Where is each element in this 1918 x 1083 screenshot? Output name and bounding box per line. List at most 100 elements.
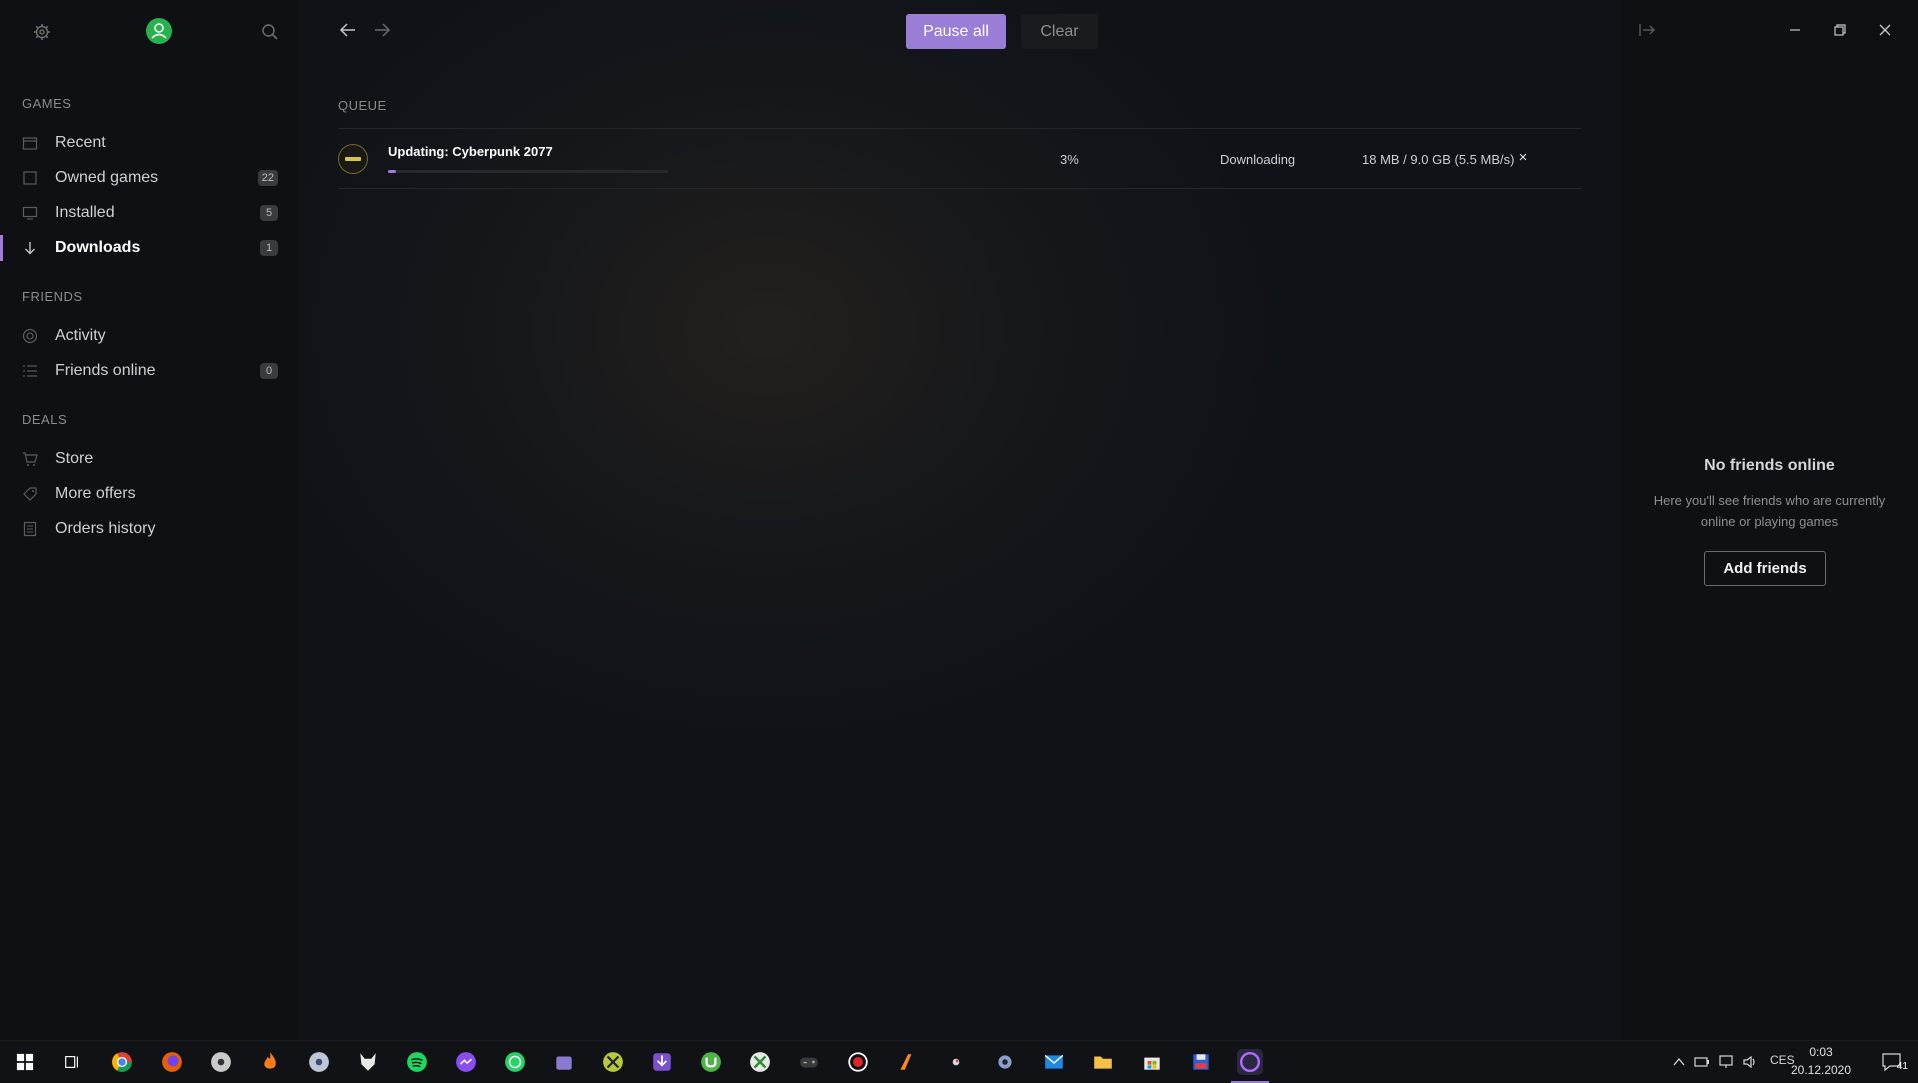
square-icon (23, 171, 37, 185)
sidebar-item-label: Owned games (55, 169, 159, 186)
divider (338, 128, 1582, 129)
sidebar-item-label: Friends online (55, 362, 156, 379)
sidebar-item-label: Orders history (55, 520, 156, 537)
back-arrow-icon[interactable] (338, 20, 358, 40)
volume-icon[interactable] (1742, 1054, 1758, 1070)
notification-count: 41 (1896, 1061, 1908, 1072)
calendar-icon (22, 137, 38, 150)
friends-panel: No friends online Here you'll see friend… (1621, 0, 1918, 1040)
restore-icon[interactable] (1830, 20, 1850, 40)
empty-state-title: No friends online (1704, 457, 1835, 474)
remove-download-button[interactable]: × (1513, 148, 1533, 168)
empty-state-description: Here you'll see friends who are currentl… (1653, 493, 1886, 529)
xbox-icon[interactable] (747, 1049, 773, 1075)
divider (338, 188, 1582, 189)
count-badge: 22 (257, 170, 278, 186)
gear-cog-app-icon[interactable] (992, 1049, 1018, 1075)
windows-start-icon[interactable] (12, 1049, 38, 1075)
windows-taskbar: CES 0:03 20.12.2020 41 (0, 1040, 1918, 1083)
sidebar: GAMES Recent Owned games 22 Installed 5 … (0, 0, 298, 1040)
download-progress-fill (388, 170, 397, 173)
microsoft-store-icon[interactable] (1139, 1049, 1165, 1075)
mail-icon[interactable] (1041, 1049, 1067, 1075)
add-friends-button[interactable]: Add friends (1704, 551, 1826, 586)
wolf-app-icon[interactable] (355, 1049, 381, 1075)
chevron-up-icon[interactable] (1672, 1055, 1686, 1069)
task-view-icon[interactable] (59, 1049, 85, 1075)
count-badge: 5 (260, 205, 278, 221)
main-content: Pause all Clear QUEUE Updating: Cyberpun… (298, 0, 1621, 1040)
download-percent: 3% (1060, 152, 1079, 167)
user-avatar[interactable] (146, 18, 172, 44)
gamepad-icon[interactable] (796, 1049, 822, 1075)
media-player-icon[interactable] (306, 1049, 332, 1075)
count-badge: 1 (260, 240, 278, 256)
battery-icon[interactable] (1694, 1055, 1710, 1069)
game-cover-icon (338, 144, 368, 174)
gog-galaxy-icon[interactable] (1231, 1049, 1269, 1083)
network-icon[interactable] (1718, 1054, 1734, 1070)
sidebar-item-label: Recent (55, 134, 106, 151)
target-icon (22, 328, 38, 344)
sidebar-item-activity[interactable]: Activity (0, 319, 298, 353)
utorrent-icon[interactable] (698, 1049, 724, 1075)
list-icon (23, 365, 37, 377)
section-title-deals: DEALS (22, 412, 68, 427)
section-title-games: GAMES (22, 96, 72, 111)
monitor-icon (22, 206, 38, 220)
disc-app-icon[interactable] (208, 1049, 234, 1075)
download-progress-bar (388, 170, 668, 173)
section-title-friends: FRIENDS (22, 289, 83, 304)
collapse-panel-icon[interactable] (1637, 20, 1657, 40)
close-icon[interactable] (1875, 20, 1895, 40)
sidebar-item-label: Store (55, 450, 94, 467)
user-icon (151, 23, 167, 39)
file-explorer-icon[interactable] (1090, 1049, 1116, 1075)
sidebar-item-label: Installed (55, 204, 115, 221)
queue-section-title: QUEUE (338, 98, 387, 113)
sidebar-item-label: Downloads (55, 239, 141, 256)
sidebar-item-installed[interactable]: Installed 5 (0, 196, 298, 230)
sidebar-item-orders-history[interactable]: Orders history (0, 512, 298, 546)
sidebar-item-label: Activity (55, 327, 106, 344)
forward-arrow-icon[interactable] (372, 20, 392, 40)
clock-time[interactable]: 0:03 (1786, 1045, 1856, 1059)
flame-app-icon[interactable] (257, 1049, 283, 1075)
xbox-app-icon[interactable] (600, 1049, 626, 1075)
sidebar-top-bar (0, 18, 298, 46)
queue-row[interactable]: Updating: Cyberpunk 2077 3% Downloading … (338, 130, 1582, 188)
sidebar-item-label: More offers (55, 485, 136, 502)
save-disk-app-icon[interactable] (1188, 1049, 1214, 1075)
store-bag-icon[interactable] (551, 1049, 577, 1075)
download-size: 18 MB / 9.0 GB (5.5 MB/s) (1362, 152, 1515, 167)
chrome-icon[interactable] (109, 1049, 135, 1075)
pause-all-button[interactable]: Pause all (906, 14, 1006, 49)
clear-button[interactable]: Clear (1021, 14, 1098, 49)
dot-app-icon[interactable] (943, 1049, 969, 1075)
queue-item-title: Updating: Cyberpunk 2077 (388, 144, 553, 159)
download-manager-icon[interactable] (649, 1049, 675, 1075)
sidebar-item-store[interactable]: Store (0, 442, 298, 476)
firefox-icon[interactable] (159, 1049, 185, 1075)
clock-date[interactable]: 20.12.2020 (1786, 1063, 1856, 1077)
download-status: Downloading (1220, 152, 1296, 167)
screen-recorder-icon[interactable] (845, 1049, 871, 1075)
whatsapp-icon[interactable] (502, 1049, 528, 1075)
vector-app-icon[interactable] (894, 1049, 920, 1075)
cart-icon (23, 452, 38, 466)
count-badge: 0 (260, 363, 278, 379)
sidebar-item-owned-games[interactable]: Owned games 22 (0, 161, 298, 195)
sidebar-item-more-offers[interactable]: More offers (0, 477, 298, 511)
sidebar-item-downloads[interactable]: Downloads 1 (0, 231, 298, 265)
sidebar-item-recent[interactable]: Recent (0, 126, 298, 160)
system-tray: CES 0:03 20.12.2020 41 (1658, 1041, 1918, 1083)
sidebar-item-friends-online[interactable]: Friends online 0 (0, 354, 298, 388)
spotify-icon[interactable] (404, 1049, 430, 1075)
receipt-icon (23, 521, 37, 537)
gear-icon[interactable] (32, 22, 52, 42)
tag-icon (23, 487, 37, 501)
messenger-icon[interactable] (453, 1049, 479, 1075)
minimize-icon[interactable] (1785, 20, 1805, 40)
search-icon[interactable] (260, 22, 280, 42)
arrow-down-icon (25, 242, 35, 255)
